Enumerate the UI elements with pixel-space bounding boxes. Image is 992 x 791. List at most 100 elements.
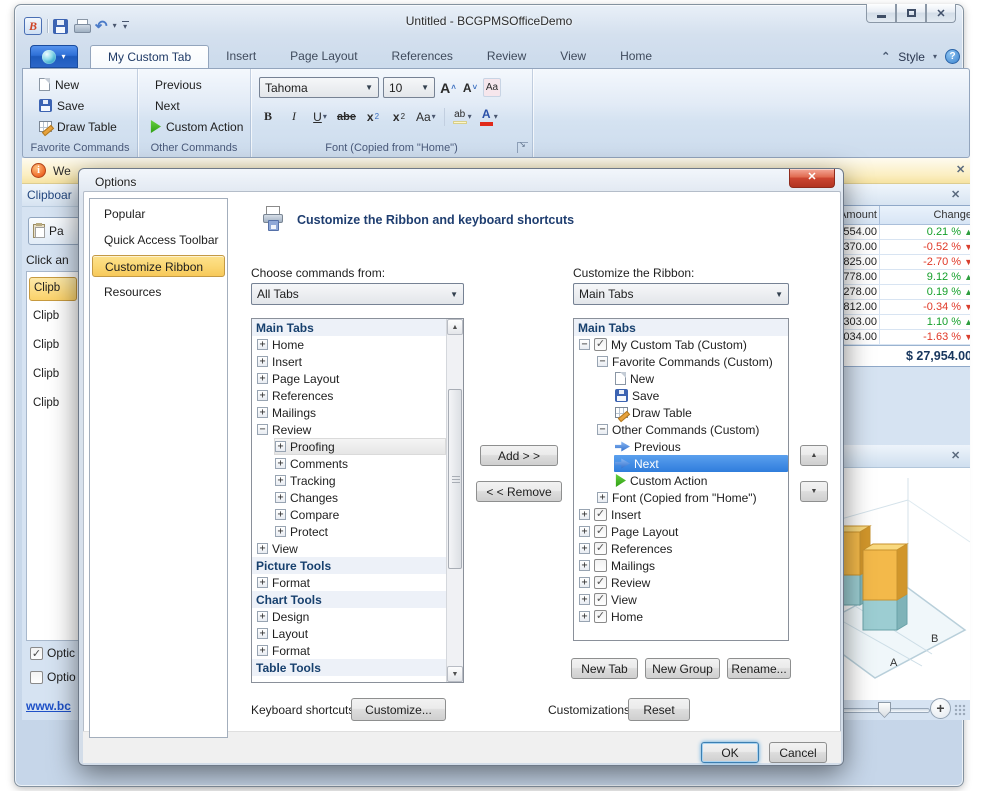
next-button[interactable]: Next: [146, 95, 250, 116]
add-button[interactable]: Add > >: [480, 445, 558, 466]
cancel-button[interactable]: Cancel: [769, 742, 827, 763]
save-button[interactable]: Save: [35, 95, 137, 116]
choose-commands-combo[interactable]: All Tabs ▼: [251, 283, 464, 305]
chart-pane-close-icon[interactable]: ✕: [951, 450, 960, 462]
tree-item-previous[interactable]: Previous: [574, 438, 788, 455]
expand-box-icon[interactable]: +: [257, 373, 268, 384]
remove-button[interactable]: < < Remove: [476, 481, 562, 502]
undo-dropdown-icon[interactable]: ▾: [113, 22, 117, 30]
expand-box-icon[interactable]: +: [257, 339, 268, 350]
font-dialog-launcher-icon[interactable]: [517, 142, 528, 153]
tab-view[interactable]: View: [543, 45, 603, 68]
tree-item-compare[interactable]: +Compare: [252, 506, 446, 523]
italic-button[interactable]: I: [285, 107, 303, 126]
tree-item-view[interactable]: +View: [252, 540, 446, 557]
tab-insert[interactable]: Insert: [209, 45, 273, 68]
dialog-close-button[interactable]: ✕: [789, 169, 835, 188]
tree-item-new[interactable]: New: [574, 370, 788, 387]
expand-box-icon[interactable]: +: [275, 492, 286, 503]
clipboard-list-item[interactable]: Clipb: [29, 364, 77, 388]
collapse-box-icon[interactable]: −: [579, 339, 590, 350]
grow-font-button[interactable]: A˄: [439, 78, 457, 97]
tree-item-home[interactable]: +Home: [252, 336, 446, 353]
print-icon[interactable]: [73, 19, 90, 34]
move-up-button[interactable]: ▲: [800, 445, 828, 466]
dropdown-icon[interactable]: ▼: [770, 290, 788, 299]
expand-box-icon[interactable]: +: [597, 492, 608, 503]
tree-item-custom-action[interactable]: Custom Action: [574, 472, 788, 489]
font-name-combo[interactable]: Tahoma ▼: [259, 77, 379, 98]
option-checkbox-row[interactable]: ✓Optic: [30, 646, 75, 660]
checkbox[interactable]: [30, 671, 43, 684]
tree-item-proofing[interactable]: +Proofing: [252, 438, 446, 455]
tree-item-draw-table[interactable]: Draw Table: [574, 404, 788, 421]
undo-icon[interactable]: ↶: [95, 19, 108, 34]
text-highlight-button[interactable]: ab ▾: [453, 107, 472, 126]
option-checkbox-row[interactable]: Optio: [30, 670, 76, 684]
clipboard-list-item[interactable]: Clipb: [29, 335, 77, 359]
ok-button[interactable]: OK: [701, 742, 759, 763]
tab-review[interactable]: Review: [470, 45, 543, 68]
clipboard-list-item[interactable]: Clipb: [29, 277, 77, 301]
nav-item-popular[interactable]: Popular: [92, 203, 225, 225]
tree-item-my-custom-tab-custom[interactable]: −✓My Custom Tab (Custom): [574, 336, 788, 353]
customize-shortcuts-button[interactable]: Customize...: [351, 698, 446, 721]
tree-item-insert[interactable]: +✓Insert: [574, 506, 788, 523]
shrink-font-button[interactable]: A˅: [461, 78, 479, 97]
reset-button[interactable]: Reset: [628, 698, 690, 721]
collapse-box-icon[interactable]: −: [597, 356, 608, 367]
maximize-button[interactable]: [896, 4, 926, 23]
customize-ribbon-combo[interactable]: Main Tabs ▼: [573, 283, 789, 305]
draw-table-button[interactable]: Draw Table: [35, 116, 137, 137]
expand-box-icon[interactable]: +: [579, 594, 590, 605]
underline-button[interactable]: U▾: [311, 107, 329, 126]
expand-box-icon[interactable]: +: [257, 390, 268, 401]
pane-close-icon[interactable]: ✕: [951, 189, 960, 201]
resize-grip[interactable]: [954, 704, 966, 716]
checkbox[interactable]: ✓: [594, 593, 607, 606]
style-selector[interactable]: Style: [898, 50, 925, 64]
paste-button[interactable]: Pa: [28, 217, 80, 245]
change-case-button[interactable]: Aa▾: [416, 107, 436, 126]
tree-item-mailings[interactable]: +Mailings: [252, 404, 446, 421]
tree-item-next[interactable]: Next: [574, 455, 788, 472]
tab-page-layout[interactable]: Page Layout: [273, 45, 374, 68]
tab-references[interactable]: References: [375, 45, 470, 68]
tree-item-references[interactable]: +References: [252, 387, 446, 404]
move-down-button[interactable]: ▼: [800, 481, 828, 502]
help-button[interactable]: ?: [945, 49, 960, 64]
clipboard-list-item[interactable]: Clipb: [29, 306, 77, 330]
dropdown-icon[interactable]: ▼: [416, 83, 434, 92]
bold-button[interactable]: B: [259, 107, 277, 126]
nav-item-customize-ribbon[interactable]: Customize Ribbon: [92, 255, 225, 277]
tree-item-references[interactable]: +✓References: [574, 540, 788, 557]
tree-item-changes[interactable]: +Changes: [252, 489, 446, 506]
previous-button[interactable]: Previous: [146, 74, 250, 95]
collapse-ribbon-icon[interactable]: ⌃: [881, 50, 890, 63]
checkbox[interactable]: ✓: [594, 508, 607, 521]
website-link[interactable]: www.bc: [26, 699, 71, 713]
expand-box-icon[interactable]: +: [275, 526, 286, 537]
tree-item-mailings[interactable]: +Mailings: [574, 557, 788, 574]
close-button[interactable]: ✕: [926, 4, 956, 23]
tree-item-review[interactable]: −Review: [252, 421, 446, 438]
checkbox[interactable]: [594, 559, 607, 572]
tree-item-other-commands-custom[interactable]: −Other Commands (Custom): [574, 421, 788, 438]
dropdown-icon[interactable]: ▼: [360, 83, 378, 92]
expand-box-icon[interactable]: +: [257, 645, 268, 656]
font-color-button[interactable]: A ▾: [480, 107, 498, 126]
zoom-in-button[interactable]: +: [930, 698, 951, 719]
new-button[interactable]: New: [35, 74, 137, 95]
file-menu-button[interactable]: ▾: [30, 45, 78, 68]
new-tab-button[interactable]: New Tab: [571, 658, 638, 679]
scroll-up-icon[interactable]: ▲: [447, 319, 463, 335]
expand-box-icon[interactable]: +: [275, 509, 286, 520]
style-dropdown-icon[interactable]: ▾: [933, 53, 937, 61]
checkbox[interactable]: ✓: [594, 338, 607, 351]
collapse-box-icon[interactable]: −: [597, 424, 608, 435]
app-logo-icon[interactable]: B: [24, 17, 42, 35]
new-group-button[interactable]: New Group: [645, 658, 720, 679]
tree-item-page-layout[interactable]: +Page Layout: [252, 370, 446, 387]
expand-box-icon[interactable]: +: [257, 356, 268, 367]
customize-qat-icon[interactable]: ▾: [122, 21, 129, 31]
